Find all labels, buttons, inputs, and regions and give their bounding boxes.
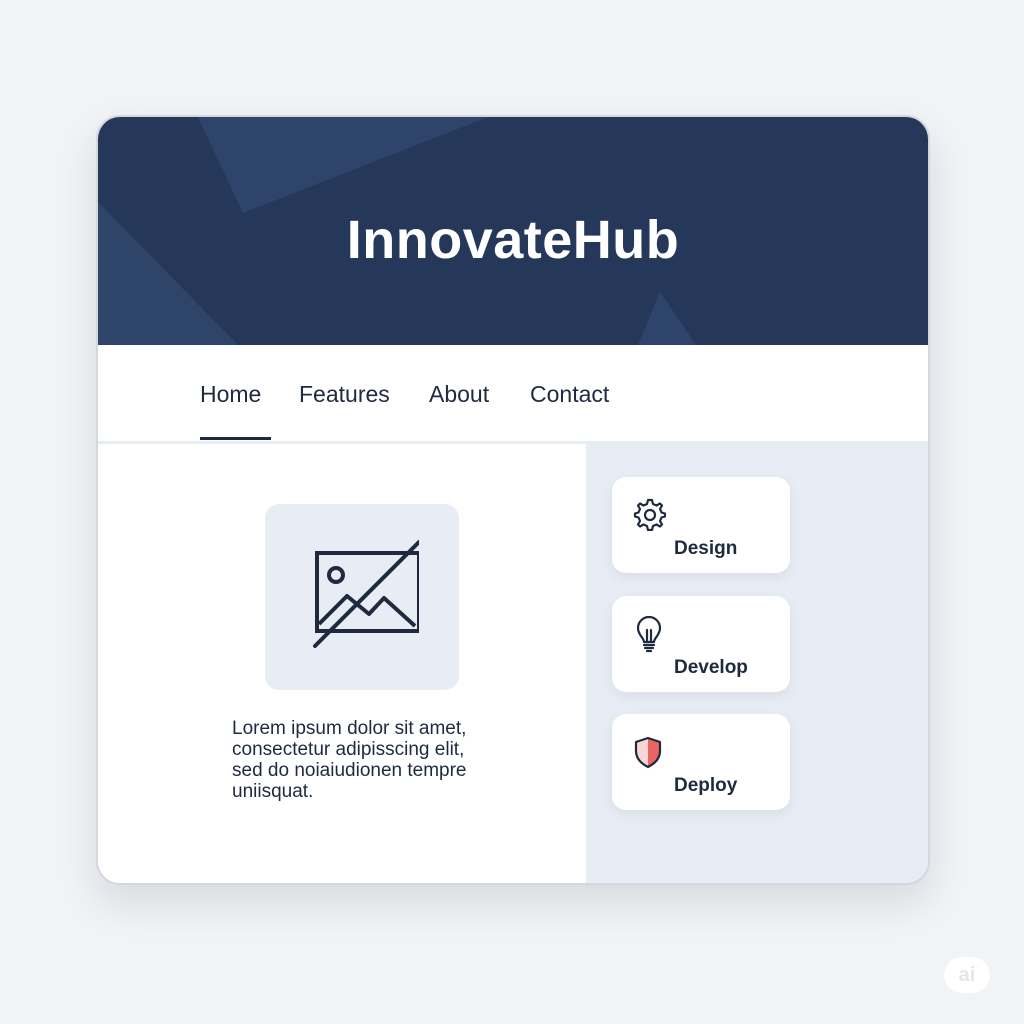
body-text: Lorem ipsum dolor sit amet, consectetur … [232,718,552,802]
nav-item-contact[interactable]: Contact [530,381,609,408]
lightbulb-icon [636,616,662,653]
nav-item-home[interactable]: Home [200,381,261,408]
shield-icon [634,736,662,769]
hero-banner: InnovateHub [98,117,928,345]
image-placeholder-icon [313,540,419,648]
ai-badge: ai [944,957,990,993]
card-label: Develop [674,657,748,678]
card-label: Design [674,538,738,559]
body-text-line: uniisquat. [232,781,314,802]
body-text-line: consectetur adipisscing elit, [232,739,465,760]
card-design[interactable]: Design [612,477,790,573]
card-develop[interactable]: Develop [612,596,790,692]
body-text-line: sed do noiaiudionen tempre [232,760,467,781]
feature-panel: Design Develop Deploy [586,444,928,883]
body-text-line: Lorem ipsum dolor sit amet, [232,718,467,739]
nav-item-features[interactable]: Features [299,381,390,408]
gear-icon [633,498,666,531]
top-navigation: Home Features About Contact [98,345,928,444]
main-content: Lorem ipsum dolor sit amet, consectetur … [98,444,586,883]
app-window: InnovateHub Home Features About Contact … [96,115,930,885]
card-deploy[interactable]: Deploy [612,714,790,810]
image-placeholder [265,504,459,690]
site-title: InnovateHub [346,210,680,270]
card-label: Deploy [674,775,738,796]
nav-item-about[interactable]: About [429,381,489,408]
active-nav-indicator [200,437,271,440]
